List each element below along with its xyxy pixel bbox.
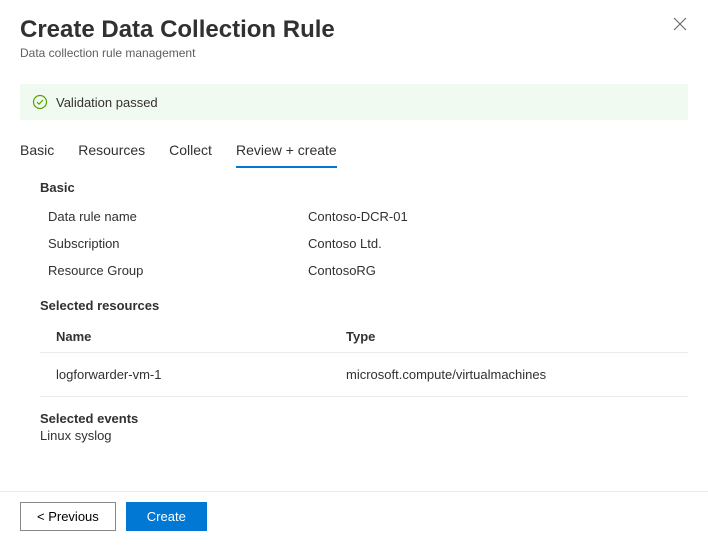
page-subtitle: Data collection rule management	[20, 46, 688, 60]
validation-banner: Validation passed	[20, 84, 688, 120]
tab-collect[interactable]: Collect	[169, 142, 212, 168]
check-circle-icon	[32, 94, 48, 110]
kv-key: Subscription	[48, 236, 308, 251]
previous-button[interactable]: < Previous	[20, 502, 116, 531]
kv-row: Resource Group ContosoRG	[40, 257, 688, 284]
col-header-type: Type	[346, 329, 688, 344]
close-icon	[672, 16, 688, 32]
kv-val: Contoso-DCR-01	[308, 209, 408, 224]
tab-review-create[interactable]: Review + create	[236, 142, 337, 168]
footer: < Previous Create	[0, 491, 708, 531]
table-row: logforwarder-vm-1 microsoft.compute/virt…	[40, 353, 688, 397]
cell-type: microsoft.compute/virtualmachines	[346, 367, 688, 382]
table-header: Name Type	[40, 321, 688, 353]
tab-basic[interactable]: Basic	[20, 142, 54, 168]
section-resources-title: Selected resources	[40, 298, 688, 313]
kv-val: Contoso Ltd.	[308, 236, 382, 251]
col-header-name: Name	[56, 329, 346, 344]
create-button[interactable]: Create	[126, 502, 207, 531]
tabs: Basic Resources Collect Review + create	[0, 124, 708, 168]
kv-key: Resource Group	[48, 263, 308, 278]
kv-row: Data rule name Contoso-DCR-01	[40, 203, 688, 230]
kv-row: Subscription Contoso Ltd.	[40, 230, 688, 257]
cell-name: logforwarder-vm-1	[56, 367, 346, 382]
validation-message: Validation passed	[56, 95, 158, 110]
kv-key: Data rule name	[48, 209, 308, 224]
section-basic-title: Basic	[40, 180, 688, 195]
page-title: Create Data Collection Rule	[20, 16, 688, 44]
section-events-title: Selected events	[40, 411, 688, 426]
close-button[interactable]	[672, 16, 688, 32]
kv-val: ContosoRG	[308, 263, 376, 278]
tab-resources[interactable]: Resources	[78, 142, 145, 168]
events-value: Linux syslog	[40, 428, 688, 443]
